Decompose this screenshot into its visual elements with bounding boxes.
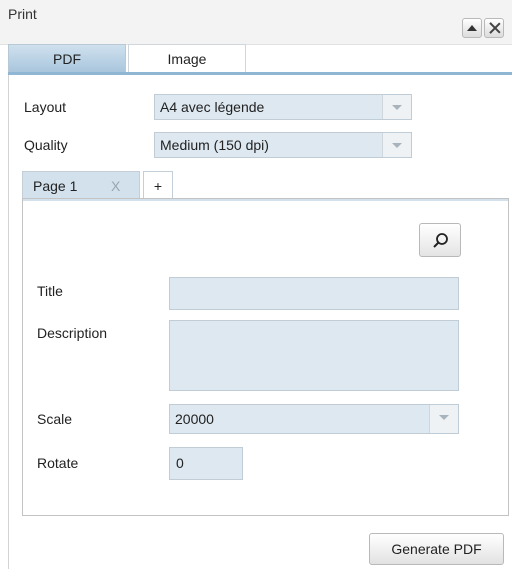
tab-image[interactable]: Image: [128, 44, 246, 72]
tab-pdf[interactable]: PDF: [8, 44, 126, 72]
panel-left-border: [8, 75, 9, 569]
layout-dropdown-icon[interactable]: [382, 95, 411, 119]
tab-page-1[interactable]: Page 1 X: [22, 171, 140, 199]
window-title: Print: [8, 6, 37, 22]
tab-strip: [8, 72, 512, 75]
quality-label: Quality: [24, 137, 68, 153]
collapse-icon[interactable]: [462, 18, 482, 38]
rotate-label: Rotate: [37, 455, 79, 471]
search-icon: [433, 233, 448, 248]
quality-dropdown-icon[interactable]: [382, 133, 411, 157]
rotate-input[interactable]: 0: [169, 447, 243, 480]
page-tab-label: Page 1: [33, 178, 78, 194]
title-label: Title: [37, 283, 63, 299]
scale-label: Scale: [37, 411, 73, 427]
scale-select[interactable]: 20000: [169, 404, 459, 434]
quality-value: Medium (150 dpi): [160, 137, 269, 153]
scale-value: 20000: [175, 411, 214, 427]
close-page-tab-icon[interactable]: X: [111, 172, 120, 200]
title-input[interactable]: [169, 277, 459, 310]
layout-value: A4 avec légende: [160, 99, 265, 115]
close-icon[interactable]: [484, 18, 504, 38]
main-tab-bar: PDF Image: [8, 44, 512, 75]
window-titlebar: Print: [0, 0, 512, 45]
scale-dropdown-icon[interactable]: [429, 405, 458, 433]
generate-pdf-button[interactable]: Generate PDF: [369, 533, 504, 565]
layout-label: Layout: [24, 99, 67, 115]
description-label: Description: [37, 325, 108, 341]
add-page-tab[interactable]: +: [143, 171, 173, 199]
description-textarea[interactable]: [169, 320, 459, 391]
quality-select[interactable]: Medium (150 dpi): [154, 132, 412, 158]
zoom-to-page-button[interactable]: [419, 223, 461, 257]
layout-select[interactable]: A4 avec légende: [154, 94, 412, 120]
page-panel: Title Description Scale 20000 Rotate 0: [22, 198, 509, 516]
